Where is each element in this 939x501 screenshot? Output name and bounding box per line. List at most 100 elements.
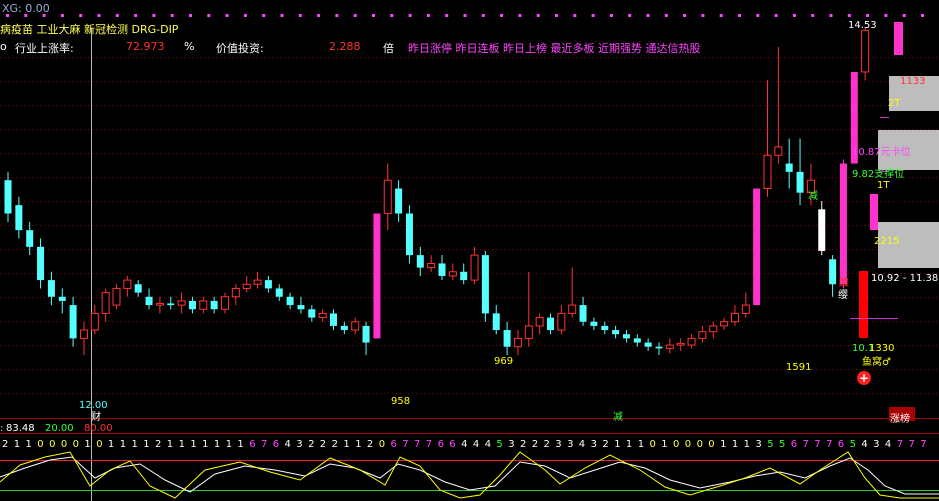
top-dot <box>353 14 357 17</box>
indicator-digit: 1 <box>355 439 362 450</box>
indicator-digit: 4 <box>884 439 892 450</box>
range-12-01: 12.01 - 12.9 <box>880 198 939 209</box>
label-2t: 2T <box>888 98 901 109</box>
candle-body <box>524 325 533 339</box>
indicator-digit: 0 <box>96 439 103 450</box>
range-10-92: 10.92 - 11.38 <box>871 273 939 284</box>
indicator-digit: 2 <box>366 439 374 450</box>
candle-body <box>395 188 403 214</box>
candle-body <box>741 304 750 314</box>
candle-body <box>590 321 598 326</box>
indicator-digit: 4 <box>578 439 586 450</box>
top-dot <box>518 14 522 17</box>
candle-body <box>720 321 729 327</box>
indicator-digit: 2 <box>331 439 338 450</box>
row2-prefix: o <box>0 40 7 53</box>
top-dot <box>609 14 613 17</box>
limit-up-bar <box>870 194 878 230</box>
candle-body <box>438 263 446 276</box>
indicator-digit: 1 <box>202 439 209 450</box>
indicator-digit: 6 <box>390 439 397 450</box>
candle-body <box>101 292 110 314</box>
status-tags[interactable]: 昨日涨停 昨日连板 昨日上榜 最近多板 近期强势 通达信热股 <box>408 40 700 56</box>
candle-body <box>547 317 554 331</box>
indicator-digit: 0 <box>49 439 56 450</box>
candle-body <box>470 254 479 281</box>
indicator-digit: 1 <box>107 439 115 450</box>
candle-body <box>481 255 489 314</box>
candle-body <box>460 271 468 281</box>
candle-body <box>210 300 218 310</box>
top-dot <box>902 14 906 17</box>
indicator-digit: 1 <box>343 439 350 450</box>
top-dot <box>921 14 924 17</box>
candle-body <box>58 296 66 301</box>
kline-chart <box>0 14 939 501</box>
label-1591: 1591 <box>786 362 812 373</box>
candle-body <box>123 279 132 289</box>
candle-body <box>633 338 641 343</box>
candle-body <box>730 312 739 323</box>
add-circle-icon[interactable]: + <box>857 371 871 385</box>
top-dot <box>573 14 577 17</box>
indicator-digit: 2 <box>602 439 609 450</box>
top-dot <box>664 14 668 17</box>
candle-body <box>112 287 121 306</box>
top-dot <box>866 14 870 17</box>
label-1t: 1T <box>877 180 890 191</box>
top-dot <box>774 14 778 17</box>
indicator-digit: 2 <box>2 439 9 450</box>
limit-up-bar <box>894 22 903 55</box>
candle-body <box>644 342 652 347</box>
candle-body <box>15 205 23 231</box>
indicator-digit: 7 <box>802 439 809 450</box>
candle-body <box>622 334 630 339</box>
top-dot <box>811 14 815 17</box>
concept-tags: 病疫苗 工业大麻 新冠检测 DRG-DIP <box>0 23 179 36</box>
indicator-digit: 5 <box>767 439 774 450</box>
indicator-digit: 1 <box>661 439 668 450</box>
top-dot <box>683 14 687 17</box>
indicator-digit: 7 <box>920 439 927 450</box>
candle-body <box>785 163 793 172</box>
indicator-digit: 7 <box>908 439 915 450</box>
candle-body <box>568 304 577 314</box>
candle-body <box>330 313 337 326</box>
indicator-digit: 6 <box>437 439 444 450</box>
reduce-marker-bottom: 减 <box>613 412 623 423</box>
candle-body <box>199 300 208 310</box>
candle-body <box>37 246 45 281</box>
candle-body <box>383 179 392 214</box>
indicator-digit: 7 <box>402 439 409 450</box>
candle-body <box>373 213 381 339</box>
fish-nest-marker: 鱼窝♂ <box>862 357 891 368</box>
indicator-line-yellow <box>0 451 939 499</box>
top-dot <box>426 14 430 17</box>
indicator-digit: 4 <box>284 439 291 450</box>
candle-body <box>362 325 370 343</box>
indicator-digit: 1 <box>731 439 739 450</box>
top-dot <box>390 14 394 17</box>
indicator-digit: 0 <box>649 439 656 450</box>
top-dot <box>115 14 119 17</box>
industry-unit: % <box>184 40 195 53</box>
candle-body <box>698 331 707 339</box>
indicator-digit: 1 <box>743 439 750 450</box>
candle-body <box>145 296 153 306</box>
indicator-digit: 7 <box>896 439 904 450</box>
indicator-digit: 1 <box>178 439 185 450</box>
indicator-digit: 2 <box>520 439 527 450</box>
indicator-digit: 1 <box>131 439 138 450</box>
finance-marker: 财 <box>91 412 101 423</box>
indicator-digit: 0 <box>60 439 68 450</box>
indicator-digit: 5 <box>496 439 503 450</box>
top-dot <box>463 14 467 17</box>
indicator-digit: 1 <box>119 439 127 450</box>
limit-up-bar <box>859 271 868 338</box>
candle-body <box>416 255 424 268</box>
indicator-digit: 4 <box>461 439 468 450</box>
indicator-digit: 2 <box>155 439 162 450</box>
candle-body <box>69 305 77 339</box>
indicator-digit: 2 <box>543 439 550 450</box>
indicator-digit: 1 <box>190 439 197 450</box>
